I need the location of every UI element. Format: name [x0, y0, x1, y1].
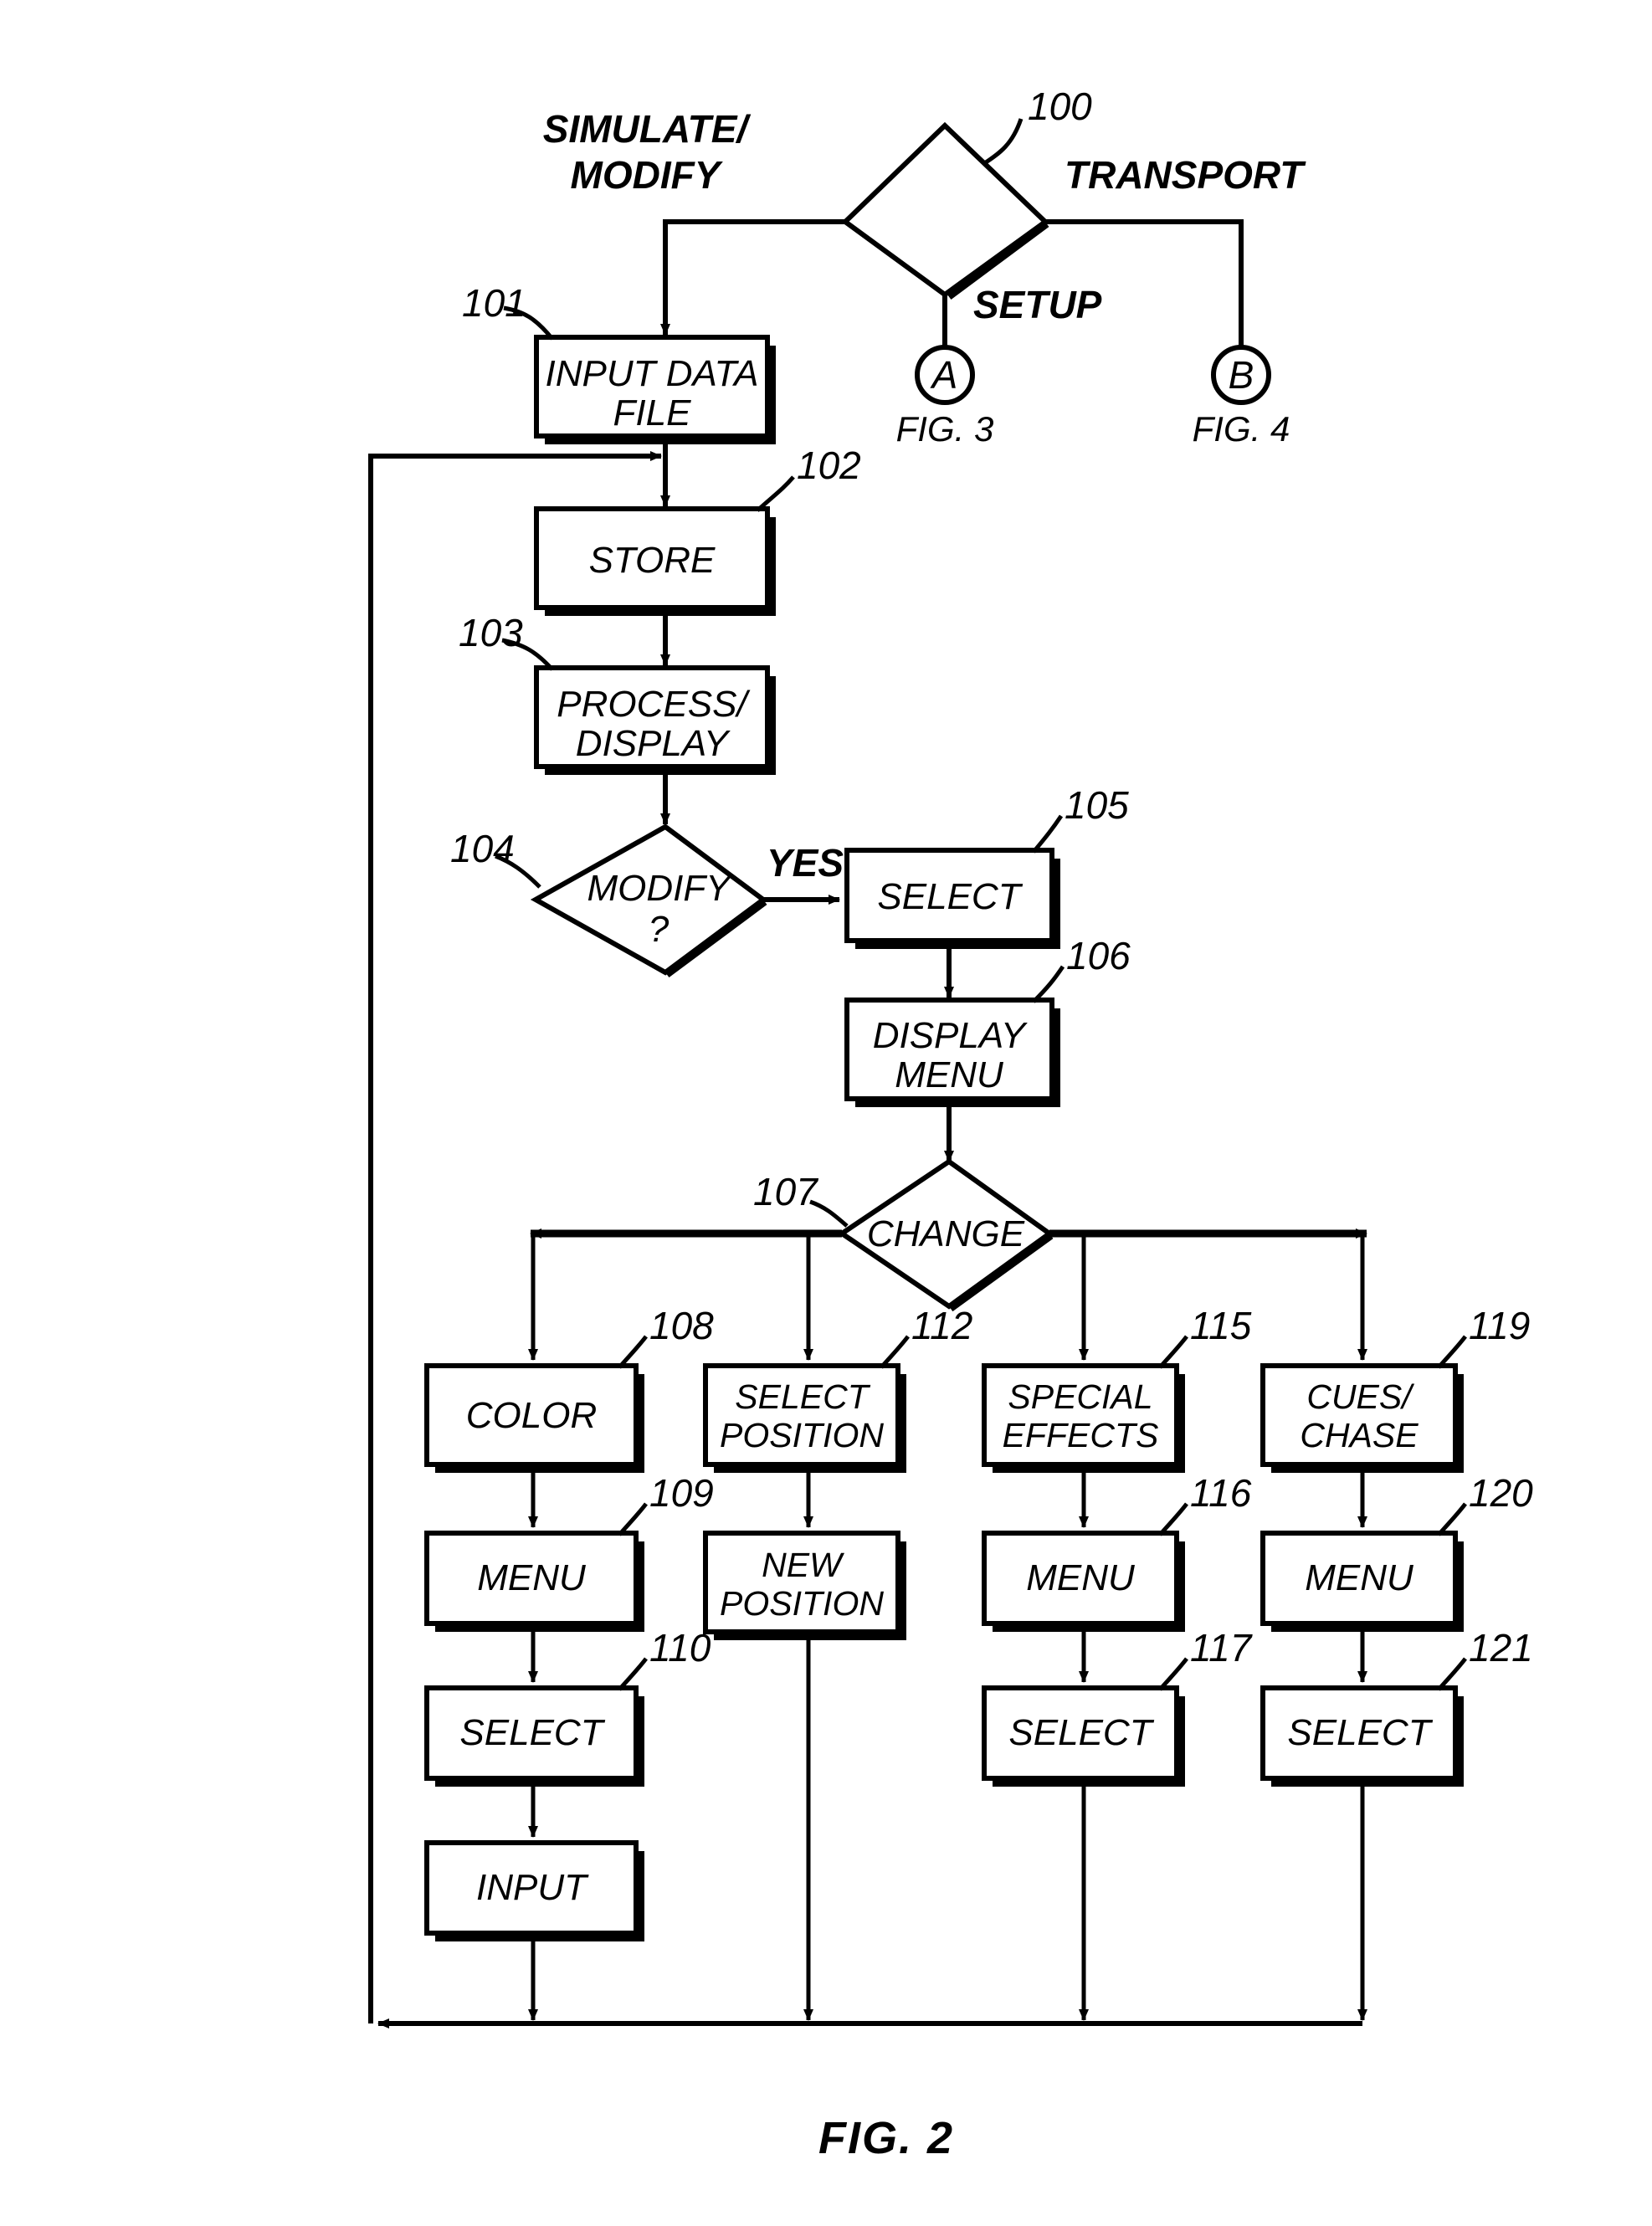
branch-label-yes: YES [767, 841, 844, 885]
box-color-line1: COLOR [466, 1395, 597, 1436]
box-select-121-line1: SELECT [1287, 1712, 1433, 1753]
box-select-121: SELECT [1260, 1685, 1464, 1787]
box-process-display-line2: DISPLAY [576, 723, 731, 764]
box-color: COLOR [424, 1363, 644, 1473]
box-select-105: SELECT [844, 848, 1060, 949]
ref-100: 100 [1028, 85, 1092, 128]
decision-change-line1: CHANGE [867, 1213, 1025, 1254]
ref-110: 110 [649, 1626, 711, 1670]
box-special-effects-line1: SPECIAL [1008, 1377, 1152, 1416]
box-new-position-line2: POSITION [720, 1584, 884, 1623]
leader-108 [618, 1335, 648, 1369]
leader-105 [1032, 814, 1064, 854]
box-select-110: SELECT [424, 1685, 644, 1787]
decision-modify-line1: MODIFY [587, 868, 732, 909]
box-special-effects: SPECIAL EFFECTS [982, 1363, 1185, 1473]
connector-a-note: FIG. 3 [896, 409, 994, 449]
box-new-position-line1: NEW [762, 1546, 844, 1584]
box-select-117: SELECT [982, 1685, 1185, 1787]
box-select-110-line1: SELECT [459, 1712, 605, 1753]
ref-107: 107 [753, 1170, 818, 1213]
box-store-line1: STORE [589, 540, 716, 581]
branch-label-transport: TRANSPORT [1065, 153, 1306, 197]
box-menu-120-line1: MENU [1305, 1557, 1413, 1598]
decision-change: CHANGE [837, 1158, 1054, 1312]
connector-b-label: B [1229, 353, 1254, 397]
box-menu-116-line1: MENU [1026, 1557, 1135, 1598]
leader-120 [1437, 1502, 1467, 1536]
box-cues-chase-line1: CUES/ [1306, 1377, 1414, 1416]
connector-b-note: FIG. 4 [1193, 409, 1290, 449]
box-process-display: PROCESS/ DISPLAY [534, 665, 776, 775]
ref-101: 101 [462, 281, 526, 325]
flowchart-svg: 100 SIMULATE/ MODIFY TRANSPORT SETUP A F… [368, 85, 1533, 2163]
ref-102: 102 [797, 444, 861, 487]
ref-106: 106 [1066, 934, 1131, 977]
ref-116: 116 [1190, 1471, 1252, 1515]
box-input-data-file-line2: FILE [613, 392, 692, 433]
ref-120: 120 [1469, 1471, 1533, 1515]
ref-112: 112 [911, 1304, 972, 1347]
ref-109: 109 [649, 1471, 714, 1515]
leader-115 [1158, 1335, 1188, 1369]
leader-109 [618, 1502, 648, 1536]
figure-canvas: 100 SIMULATE/ MODIFY TRANSPORT SETUP A F… [0, 0, 1652, 2226]
ref-108: 108 [649, 1304, 714, 1347]
box-select-position: SELECT POSITION [703, 1363, 906, 1473]
box-display-menu-line2: MENU [895, 1054, 1003, 1095]
figure-caption: FIG. 2 [818, 2113, 954, 2163]
branch-label-simulate-l2: MODIFY [571, 153, 724, 197]
box-process-display-line1: PROCESS/ [557, 684, 750, 725]
box-input-data-file-line1: INPUT DATA [545, 353, 758, 394]
box-display-menu-line1: DISPLAY [873, 1015, 1028, 1056]
branch-label-simulate-l1: SIMULATE/ [543, 107, 752, 151]
box-menu-109-line1: MENU [477, 1557, 586, 1598]
leader-117 [1158, 1657, 1188, 1691]
box-store: STORE [534, 506, 776, 616]
box-display-menu: DISPLAY MENU [844, 998, 1060, 1107]
box-cues-chase: CUES/ CHASE [1260, 1363, 1464, 1473]
decision-option [841, 121, 1049, 300]
box-input-data-file: INPUT DATA FILE [534, 335, 776, 444]
leader-116 [1158, 1502, 1188, 1536]
box-select-117-line1: SELECT [1008, 1712, 1154, 1753]
leader-112 [880, 1335, 910, 1369]
box-menu-120: MENU [1260, 1531, 1464, 1632]
ref-117: 117 [1190, 1626, 1253, 1670]
box-select-position-line1: SELECT [735, 1377, 870, 1416]
box-input-111-line1: INPUT [476, 1867, 589, 1908]
decision-modify-line2: ? [649, 909, 670, 950]
leader-102 [756, 475, 795, 512]
leader-106 [1032, 965, 1065, 1003]
box-input-111: INPUT [424, 1840, 644, 1941]
ref-104: 104 [450, 827, 515, 870]
box-cues-chase-line2: CHASE [1300, 1416, 1419, 1454]
ref-115: 115 [1190, 1304, 1252, 1347]
ref-119: 119 [1469, 1304, 1530, 1347]
leader-110 [618, 1657, 648, 1691]
ref-121: 121 [1469, 1626, 1533, 1670]
box-special-effects-line2: EFFECTS [1003, 1416, 1159, 1454]
ref-105: 105 [1065, 783, 1129, 827]
leader-100 [982, 118, 1024, 167]
connector-a-label: A [930, 353, 958, 397]
leader-121 [1437, 1657, 1467, 1691]
box-select-105-line1: SELECT [877, 876, 1023, 917]
decision-modify: MODIFY ? [530, 823, 768, 978]
leader-119 [1437, 1335, 1467, 1369]
box-menu-116: MENU [982, 1531, 1185, 1632]
box-menu-109: MENU [424, 1531, 644, 1632]
box-select-position-line2: POSITION [720, 1416, 884, 1454]
branch-label-setup: SETUP [973, 283, 1102, 326]
box-new-position: NEW POSITION [703, 1531, 906, 1640]
edge-option-to-input-data-file [660, 219, 845, 336]
ref-103: 103 [459, 611, 523, 654]
